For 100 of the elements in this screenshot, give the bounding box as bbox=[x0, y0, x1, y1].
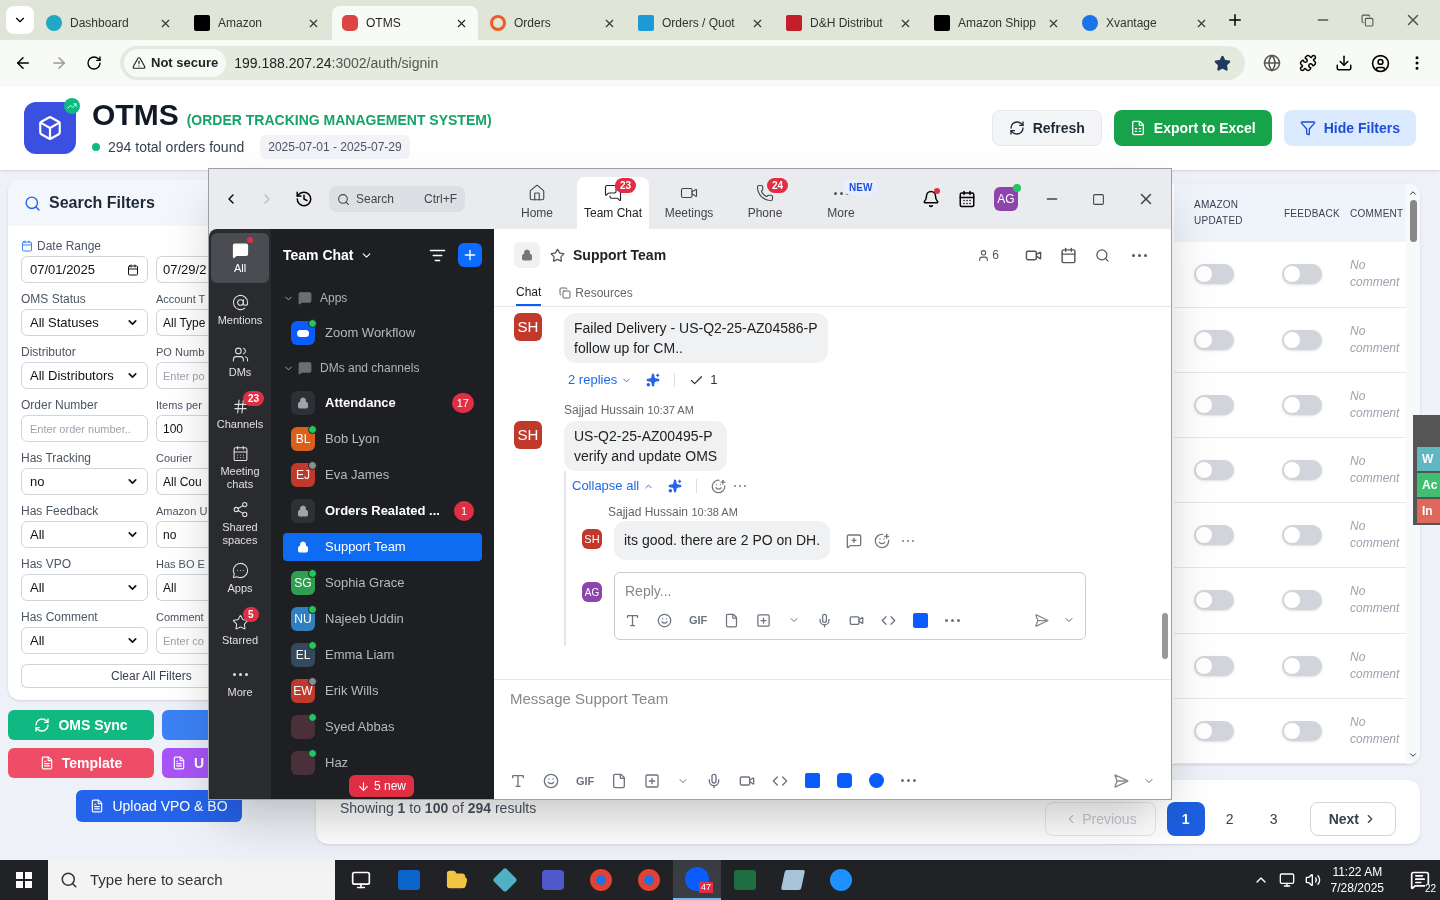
toggle-switch[interactable] bbox=[1194, 460, 1234, 481]
sidebar-item[interactable]: DMs bbox=[211, 337, 269, 387]
browser-tab[interactable]: Orders / Quot bbox=[628, 6, 774, 40]
message-composer[interactable]: Message Support Team GIF bbox=[494, 679, 1171, 799]
replies-link[interactable]: 2 replies bbox=[568, 370, 633, 390]
filter-input[interactable]: Enter po bbox=[156, 362, 208, 389]
profile-icon[interactable] bbox=[1371, 53, 1390, 73]
nav-tab[interactable]: 24 Phone bbox=[729, 177, 801, 229]
toggle-switch[interactable] bbox=[1282, 720, 1322, 741]
search-field[interactable]: Search Ctrl+F bbox=[329, 186, 465, 212]
chat-list-item[interactable]: EL Emma Liam bbox=[283, 641, 482, 669]
security-chip[interactable]: Not secure bbox=[124, 49, 227, 77]
filter-input[interactable]: 100 bbox=[156, 415, 208, 442]
calendar-icon[interactable] bbox=[127, 263, 139, 276]
add-reaction-icon[interactable] bbox=[711, 478, 727, 494]
section-header[interactable]: DMs and channels bbox=[320, 359, 420, 377]
header-button[interactable]: Refresh bbox=[991, 110, 1102, 146]
star-icon[interactable] bbox=[550, 247, 565, 263]
toggle-switch[interactable] bbox=[1194, 394, 1234, 415]
section-header[interactable]: Apps bbox=[320, 289, 348, 307]
filter-input[interactable]: Enter order number.. bbox=[21, 415, 148, 442]
restore-icon[interactable] bbox=[1361, 13, 1374, 27]
toggle-switch[interactable] bbox=[1194, 590, 1234, 611]
channel-tab[interactable]: Chat bbox=[516, 280, 542, 306]
history-icon[interactable] bbox=[295, 190, 313, 208]
toggle-switch[interactable] bbox=[1282, 590, 1322, 611]
reaction-count[interactable]: 1 bbox=[689, 370, 718, 390]
chat-list-item[interactable]: Orders Realated ... 1 bbox=[283, 497, 482, 525]
sidebar-item[interactable]: Apps bbox=[211, 553, 269, 603]
reply-box[interactable]: Reply... GIF bbox=[614, 572, 1086, 640]
date-field[interactable]: 07/01/2025 bbox=[21, 256, 148, 283]
toggle-switch[interactable] bbox=[1282, 329, 1322, 350]
filter-input[interactable]: Enter co bbox=[156, 627, 208, 654]
add-reaction-icon[interactable] bbox=[874, 532, 891, 549]
page-button[interactable]: 2 bbox=[1210, 802, 1249, 836]
scrollbar-thumb[interactable] bbox=[1162, 613, 1168, 659]
address-bar[interactable]: Not secure 199.188.207.24:3002/auth/signin bbox=[120, 46, 1245, 80]
nav-tab[interactable]: Home bbox=[501, 177, 573, 229]
filter-dropdown[interactable]: All Distributors bbox=[21, 362, 148, 389]
more-icon[interactable] bbox=[232, 672, 248, 676]
sparkle-icon[interactable] bbox=[646, 373, 661, 387]
format-text-icon[interactable] bbox=[510, 772, 526, 789]
microphone-icon[interactable] bbox=[817, 612, 833, 628]
globe-icon[interactable] bbox=[1263, 54, 1281, 72]
chat-list-item[interactable]: Attendance 17 bbox=[283, 389, 482, 417]
new-messages-toast[interactable]: 5 new bbox=[349, 775, 415, 797]
browser-tab[interactable]: Orders bbox=[480, 6, 626, 40]
screenshot-icon[interactable] bbox=[644, 772, 661, 789]
upload-button[interactable]: Upload VPO & BO bbox=[76, 790, 242, 822]
emoji-icon[interactable] bbox=[543, 772, 559, 789]
sidebar-item[interactable]: Mentions bbox=[211, 285, 269, 335]
notification-center[interactable]: 22 bbox=[1400, 860, 1440, 900]
send-icon[interactable] bbox=[1034, 612, 1049, 628]
send-icon[interactable] bbox=[1113, 772, 1129, 789]
reply-icon[interactable] bbox=[846, 532, 863, 549]
sidebar-item[interactable]: All bbox=[211, 233, 269, 283]
more-icon[interactable] bbox=[945, 618, 961, 622]
sidebar-item[interactable]: Shared spaces bbox=[211, 497, 269, 551]
gif-button[interactable]: GIF bbox=[689, 612, 708, 629]
toggle-switch[interactable] bbox=[1194, 329, 1234, 350]
scroll-up-icon[interactable] bbox=[1408, 188, 1418, 198]
list-title[interactable]: Team Chat bbox=[283, 244, 354, 266]
toggle-switch[interactable] bbox=[1282, 655, 1322, 676]
next-button[interactable]: Next bbox=[1309, 802, 1396, 836]
filter-dropdown[interactable]: All bbox=[21, 574, 148, 601]
new-chat-button[interactable] bbox=[458, 243, 482, 267]
scrollbar-thumb[interactable] bbox=[1409, 200, 1417, 242]
more-icon[interactable] bbox=[901, 779, 917, 783]
sidebar-item[interactable]: More bbox=[211, 657, 269, 707]
toggle-switch[interactable] bbox=[1194, 720, 1234, 741]
notification-bell-icon[interactable] bbox=[922, 190, 940, 208]
action-button[interactable]: Template bbox=[8, 748, 154, 778]
toggle-switch[interactable] bbox=[1194, 655, 1234, 676]
emoji-icon[interactable] bbox=[657, 612, 672, 628]
chat-list-item[interactable]: BL Bob Lyon bbox=[283, 425, 482, 453]
chat-list-item[interactable]: EW Erik Wills bbox=[283, 677, 482, 705]
app-shortcut-icon[interactable] bbox=[869, 773, 885, 789]
filter-dropdown[interactable]: All bbox=[21, 521, 148, 548]
toggle-switch[interactable] bbox=[1282, 525, 1322, 546]
gif-button[interactable]: GIF bbox=[576, 772, 595, 789]
network-icon[interactable] bbox=[1278, 872, 1295, 888]
taskbar-search-field[interactable]: Type here to search bbox=[48, 860, 335, 900]
toggle-switch[interactable] bbox=[1282, 264, 1322, 285]
filter-dropdown[interactable]: All bbox=[21, 627, 148, 654]
sparkle-icon[interactable] bbox=[668, 479, 683, 493]
calendar-icon[interactable] bbox=[958, 190, 976, 208]
app-shortcut-icon[interactable] bbox=[837, 773, 853, 789]
forward-icon[interactable] bbox=[50, 54, 68, 72]
maximize-icon[interactable] bbox=[1092, 192, 1105, 206]
sidebar-item[interactable]: Meeting chats bbox=[211, 441, 269, 495]
calendar-icon[interactable] bbox=[1060, 246, 1077, 264]
filter-dropdown[interactable]: All Statuses bbox=[21, 309, 148, 336]
bookmark-star-icon[interactable] bbox=[1214, 54, 1231, 72]
page-button[interactable]: 3 bbox=[1254, 802, 1293, 836]
nav-tab[interactable]: 23 Team Chat bbox=[577, 177, 649, 229]
download-icon[interactable] bbox=[1335, 54, 1353, 72]
file-icon[interactable] bbox=[611, 772, 628, 789]
chat-list-item[interactable]: Support Team bbox=[283, 533, 482, 561]
chat-list-item[interactable]: SG Sophia Grace bbox=[283, 569, 482, 597]
volume-icon[interactable] bbox=[1304, 872, 1321, 888]
